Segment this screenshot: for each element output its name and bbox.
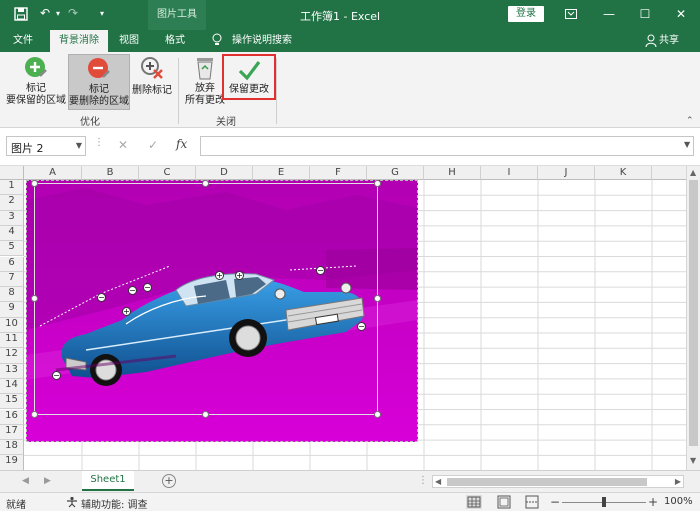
accessibility-status[interactable]: 辅助功能: 调查	[81, 496, 148, 511]
mark-keep-button[interactable]: 标记 要保留的区域	[4, 54, 68, 110]
recycle-bin-icon	[193, 56, 217, 80]
keep-mark-icon[interactable]: +	[215, 271, 224, 280]
page-layout-icon[interactable]	[496, 495, 512, 512]
redo-icon[interactable]: ↷	[68, 6, 78, 20]
sheet-tab[interactable]: Sheet1	[82, 471, 134, 491]
tab-view[interactable]: 视图	[112, 30, 146, 52]
keep-changes-button[interactable]: 保留更改	[222, 54, 276, 100]
formula-input[interactable]	[200, 136, 694, 156]
expand-formula-icon[interactable]: ▼	[684, 140, 690, 149]
delete-mark-button[interactable]: 删除标记	[130, 54, 174, 110]
ribbon-tabs: 文件 背景消除 视图 格式 操作说明搜索 共享	[0, 30, 700, 52]
zoom-slider-thumb[interactable]	[602, 497, 606, 507]
horizontal-scroll-thumb[interactable]	[447, 478, 647, 486]
column-header[interactable]: J	[538, 166, 595, 180]
tell-me-search[interactable]: 操作说明搜索	[232, 30, 292, 52]
accessibility-icon	[66, 496, 78, 511]
scroll-up-icon[interactable]: ▲	[690, 168, 696, 177]
collapse-ribbon-icon[interactable]: ⌃	[686, 116, 694, 126]
undo-dropdown-icon[interactable]: ▾	[56, 9, 60, 18]
ribbon-display-icon[interactable]	[560, 4, 582, 24]
group-label-close: 关闭	[216, 117, 236, 128]
zoom-in-button[interactable]: +	[648, 495, 658, 509]
page-break-icon[interactable]	[524, 495, 540, 512]
name-box[interactable]: 图片 2 ▼	[6, 136, 86, 156]
insert-function-button[interactable]: fx	[176, 137, 187, 151]
scroll-right-icon[interactable]: ▶	[675, 477, 681, 486]
delete-mark-label: 删除标记	[132, 85, 172, 96]
minimize-button[interactable]: —	[598, 4, 620, 24]
row-header[interactable]: 18	[0, 440, 24, 456]
vertical-scroll-thumb[interactable]	[689, 180, 698, 446]
checkmark-icon	[237, 58, 261, 82]
mark-remove-button[interactable]: 标记 要删除的区域	[68, 54, 130, 110]
name-box-value: 图片 2	[11, 142, 44, 155]
scroll-left-icon[interactable]: ◀	[435, 477, 441, 486]
close-button[interactable]: ✕	[670, 4, 692, 24]
window-title: 工作簿1 - Excel	[300, 10, 381, 23]
group-label-optimize: 优化	[80, 117, 100, 128]
share-button[interactable]: 共享	[659, 30, 679, 52]
normal-view-icon[interactable]	[466, 495, 482, 509]
person-icon[interactable]	[645, 34, 657, 51]
more-sheets-icon: ⋮	[418, 475, 428, 486]
column-header[interactable]: I	[481, 166, 538, 180]
save-icon[interactable]	[14, 7, 28, 24]
cancel-entry-button[interactable]: ✕	[118, 138, 128, 152]
worksheet-grid[interactable]: A B C D E F G H I J K 1 2 3 4 5 6 7 8 9 …	[0, 166, 686, 470]
minus-pencil-icon	[87, 57, 111, 81]
tab-file[interactable]: 文件	[4, 30, 42, 52]
remove-mark-icon[interactable]: −	[357, 322, 366, 331]
mark-remove-line1: 标记	[89, 84, 109, 95]
mark-keep-line2: 要保留的区域	[6, 95, 66, 106]
keep-mark-icon[interactable]: +	[235, 271, 244, 280]
next-sheet-icon[interactable]: ▶	[44, 476, 51, 486]
plus-pencil-icon	[24, 56, 48, 80]
remove-mark-icon[interactable]: −	[97, 293, 106, 302]
undo-icon[interactable]: ↶	[40, 6, 50, 20]
context-tab-label: 图片工具	[148, 0, 206, 30]
vertical-scrollbar[interactable]: ▲ ▼	[686, 166, 700, 470]
prev-sheet-icon[interactable]: ◀	[22, 476, 29, 486]
confirm-entry-button[interactable]: ✓	[148, 138, 158, 152]
mark-lines	[39, 265, 357, 327]
zoom-level[interactable]: 100%	[664, 496, 693, 507]
chevron-down-icon[interactable]: ▼	[76, 141, 82, 150]
tab-background-removal[interactable]: 背景消除	[50, 30, 108, 52]
sheet-tabs-bar: ◀ ▶ Sheet1 + ⋮ ◀ ▶	[0, 470, 700, 492]
remove-mark-icon[interactable]: −	[52, 371, 61, 380]
remove-mark-icon[interactable]: −	[143, 283, 152, 292]
more-options-icon: ⋮	[94, 137, 104, 148]
qat-customize-icon[interactable]: ▾	[100, 9, 104, 18]
maximize-button[interactable]: ☐	[634, 4, 656, 24]
column-header[interactable]: H	[424, 166, 481, 180]
status-bar: 就绪 辅助功能: 调查 − + 100%	[0, 492, 700, 511]
add-sheet-button[interactable]: +	[162, 474, 176, 488]
formula-bar: 图片 2 ▼ ⋮ ✕ ✓ fx ▼	[0, 128, 700, 166]
remove-mark-icon[interactable]: −	[316, 266, 325, 275]
column-header[interactable]: K	[595, 166, 652, 180]
tab-format[interactable]: 格式	[156, 30, 194, 52]
login-button[interactable]: 登录	[508, 6, 544, 22]
status-ready: 就绪	[6, 500, 26, 511]
title-bar: ↶ ▾ ↷ ▾ 图片工具 工作簿1 - Excel 登录 — ☐ ✕	[0, 0, 700, 30]
remove-mark-icon[interactable]: −	[128, 286, 137, 295]
lightbulb-icon	[212, 33, 222, 50]
keep-changes-label: 保留更改	[229, 84, 269, 95]
mark-remove-line2: 要删除的区域	[69, 96, 129, 107]
delete-mark-icon	[140, 56, 164, 80]
keep-mark-icon[interactable]: +	[122, 307, 131, 316]
column-header-overflow	[652, 166, 686, 180]
horizontal-scrollbar[interactable]: ◀ ▶	[432, 475, 684, 488]
zoom-out-button[interactable]: −	[550, 495, 560, 509]
ribbon: 标记 要保留的区域 标记 要删除的区域 删除标记 优化 放弃 所有更改 保留更改…	[0, 52, 700, 128]
scroll-down-icon[interactable]: ▼	[690, 456, 696, 465]
row-header[interactable]: 19	[0, 455, 24, 470]
mark-keep-line1: 标记	[26, 83, 46, 94]
